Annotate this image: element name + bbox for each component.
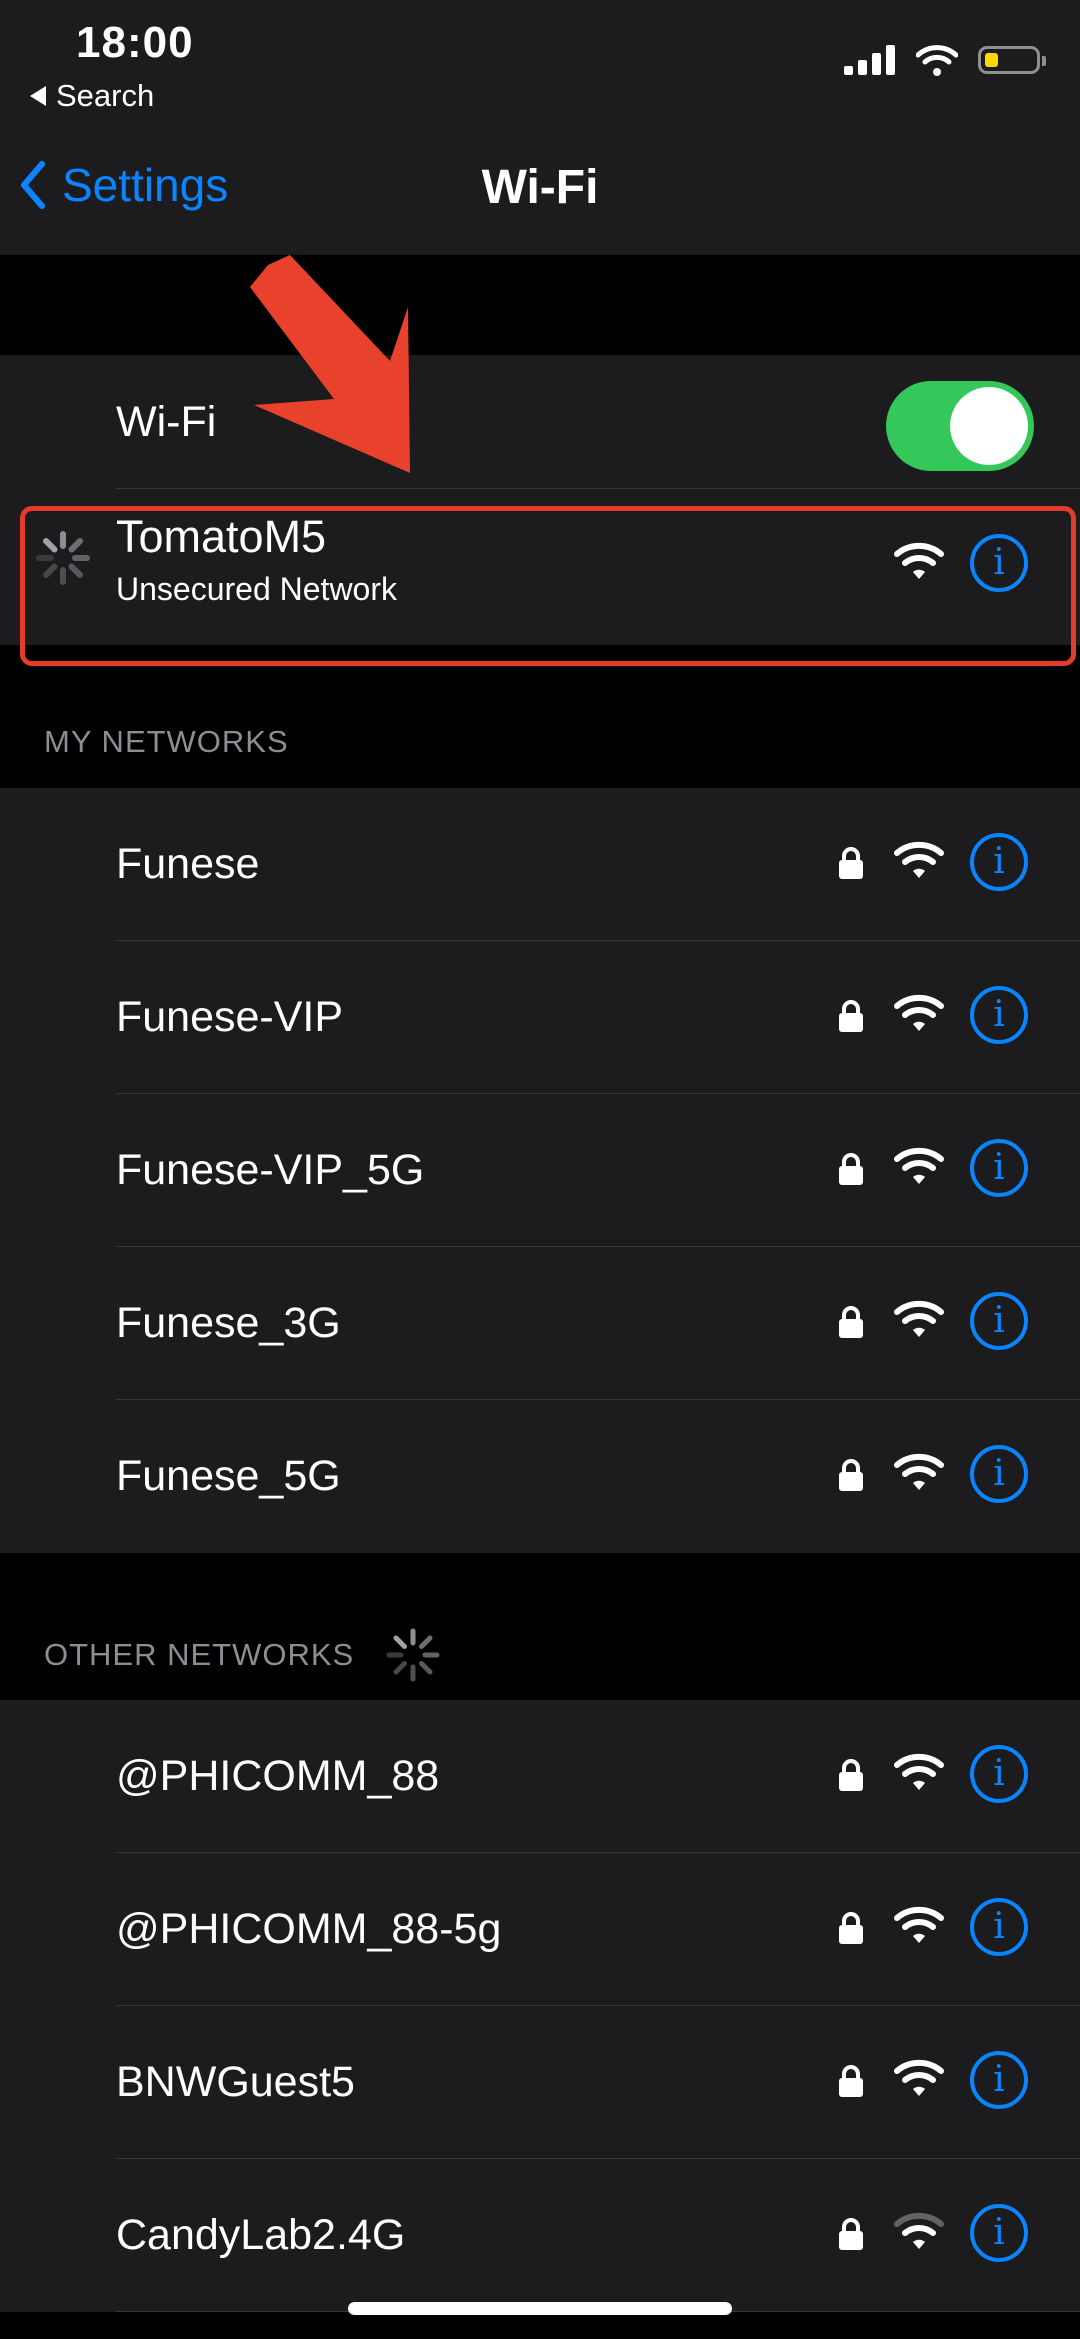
lock-icon — [839, 1759, 863, 1791]
highlight-box — [20, 506, 1076, 666]
back-triangle-icon — [30, 86, 46, 106]
lock-icon — [839, 2218, 863, 2250]
info-button[interactable]: i — [970, 2204, 1028, 2262]
wifi-signal-icon — [894, 1753, 944, 1790]
network-name: @PHICOMM_88 — [116, 1752, 440, 1800]
network-name: BNWGuest5 — [116, 2058, 355, 2106]
network-name: Funese-VIP — [116, 993, 344, 1041]
wifi-signal-icon — [894, 841, 944, 878]
my-networks-list: Funese i Funese-VIP i Funese-VIP_5G i Fu… — [0, 788, 1080, 1553]
red-arrow-annotation — [250, 255, 410, 473]
wifi-signal-icon — [894, 2059, 944, 2096]
battery-icon — [978, 46, 1046, 74]
status-icons — [844, 44, 1046, 76]
info-button[interactable]: i — [970, 986, 1028, 1044]
network-name: CandyLab2.4G — [116, 2211, 406, 2259]
list-item[interactable]: Funese i — [0, 788, 1080, 941]
info-button[interactable]: i — [970, 1292, 1028, 1350]
wifi-toggle-switch[interactable] — [886, 381, 1034, 471]
wifi-settings-screen: 18:00 Search Settings Wi-Fi Wi-Fi Tomato… — [0, 0, 1080, 2339]
status-time: 18:00 — [76, 18, 194, 67]
list-item[interactable]: BNWGuest5 i — [0, 2006, 1080, 2159]
list-item[interactable]: @PHICOMM_88-5g i — [0, 1853, 1080, 2006]
list-item[interactable]: Funese_3G i — [0, 1247, 1080, 1400]
other-networks-header: OTHER NETWORKS — [44, 1637, 355, 1672]
cellular-signal-icon — [844, 45, 895, 75]
info-button[interactable]: i — [970, 2051, 1028, 2109]
top-bar: 18:00 Search Settings Wi-Fi — [0, 0, 1080, 255]
back-app-label: Search — [56, 78, 155, 113]
wifi-signal-icon — [894, 994, 944, 1031]
other-networks-list: @PHICOMM_88 i @PHICOMM_88-5g i BNWGuest5… — [0, 1700, 1080, 2312]
home-indicator[interactable] — [348, 2302, 732, 2315]
network-name: Funese_3G — [116, 1299, 341, 1347]
list-item[interactable]: Funese-VIP i — [0, 941, 1080, 1094]
wifi-signal-icon — [894, 1906, 944, 1943]
lock-icon — [839, 1459, 863, 1491]
lock-icon — [839, 1306, 863, 1338]
wifi-weak-signal-icon — [894, 2212, 944, 2249]
list-item[interactable]: @PHICOMM_88 i — [0, 1700, 1080, 1853]
list-item[interactable]: Funese_5G i — [0, 1400, 1080, 1553]
lock-icon — [839, 847, 863, 879]
info-button[interactable]: i — [970, 833, 1028, 891]
lock-icon — [839, 1153, 863, 1185]
wifi-signal-icon — [894, 1147, 944, 1184]
info-button[interactable]: i — [970, 1445, 1028, 1503]
list-item[interactable]: CandyLab2.4G i — [0, 2159, 1080, 2312]
wifi-toggle-label: Wi-Fi — [116, 398, 217, 446]
info-button[interactable]: i — [970, 1745, 1028, 1803]
lock-icon — [839, 1912, 863, 1944]
list-item[interactable]: Funese-VIP_5G i — [0, 1094, 1080, 1247]
lock-icon — [839, 2065, 863, 2097]
info-button[interactable]: i — [970, 1139, 1028, 1197]
back-to-app-link[interactable]: Search — [30, 78, 154, 114]
wifi-toggle-row: Wi-Fi — [0, 355, 1080, 489]
network-name: @PHICOMM_88-5g — [116, 1905, 502, 1953]
wifi-status-icon — [916, 45, 958, 76]
network-name: Funese_5G — [116, 1452, 341, 1500]
network-name: Funese-VIP_5G — [116, 1146, 425, 1194]
wifi-signal-icon — [894, 1453, 944, 1490]
page-title: Wi-Fi — [481, 161, 599, 214]
wifi-signal-icon — [894, 1300, 944, 1337]
my-networks-header: MY NETWORKS — [44, 724, 289, 759]
lock-icon — [839, 1000, 863, 1032]
scanning-spinner-icon — [386, 1628, 440, 1682]
info-button[interactable]: i — [970, 1898, 1028, 1956]
network-name: Funese — [116, 840, 260, 888]
